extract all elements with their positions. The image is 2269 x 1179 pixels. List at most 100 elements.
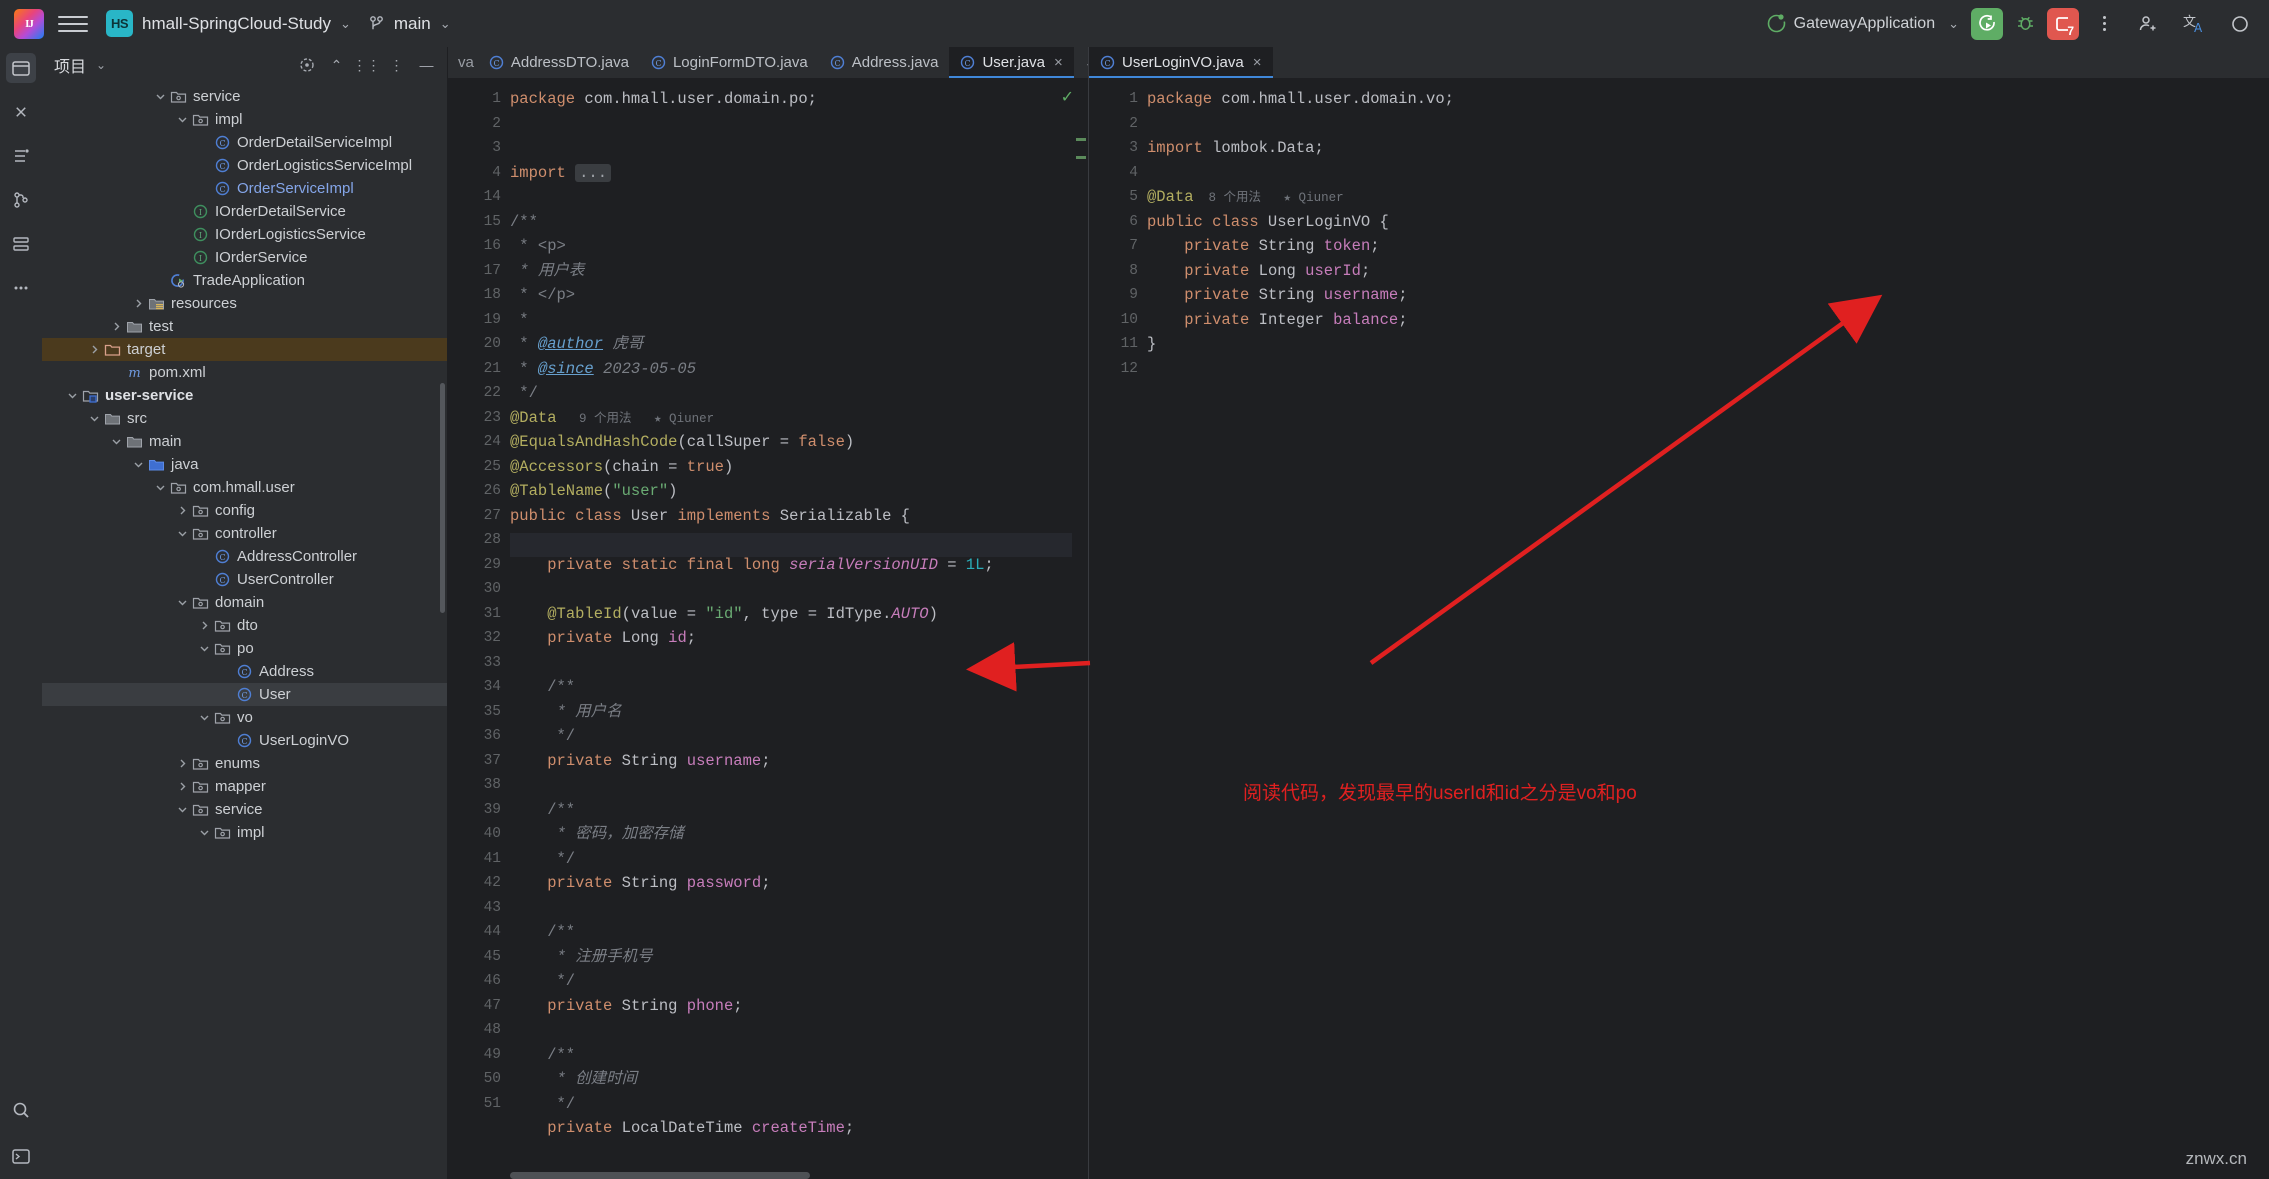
tree-node-java[interactable]: java [42,453,447,476]
tree-node-enums[interactable]: enums [42,752,447,775]
tree-right-chevron-icon[interactable] [174,781,191,792]
run-icon[interactable] [1971,7,2003,40]
code-viewport-left[interactable]: 1 2 3 4 14 15 16 17 18 19 20 21 22 23 24 25 26 27 28 29 30 31… [448,78,1088,1179]
more-options-icon[interactable] [2091,11,2117,37]
tree-node-main[interactable]: main [42,430,447,453]
structure-icon[interactable] [6,141,36,171]
editor-tab-userloginvo-java[interactable]: C UserLoginVO.java × [1089,47,1273,78]
tree-node-tradeapplication[interactable]: TradeApplication [42,269,447,292]
project-tree[interactable]: service impl C OrderDetailServiceImpl C Order… [42,83,447,1179]
tree-right-chevron-icon[interactable] [108,321,125,332]
partial-tab-label[interactable]: va [448,47,478,78]
vcs-icon[interactable] [6,185,36,215]
tree-down-chevron-icon[interactable] [174,528,191,539]
tree-node-impl[interactable]: impl [42,108,447,131]
services-icon[interactable]: 7 [2047,7,2079,40]
editor-tabs-left[interactable]: va C AddressDTO.java C LoginFormDTO.java C Ad… [448,47,1088,78]
translate-icon[interactable]: 文A [2179,9,2209,39]
tree-node-test[interactable]: test [42,315,447,338]
tree-down-chevron-icon[interactable] [152,482,169,493]
project-view-chevron-down-icon[interactable]: ⌄ [96,58,106,72]
tree-node-vo[interactable]: vo [42,706,447,729]
tree-node-domain[interactable]: domain [42,591,447,614]
editor-tab-addressdto-java[interactable]: C AddressDTO.java [478,47,640,78]
editor-tab-user-java[interactable]: C User.java × [949,47,1075,78]
project-tool-window-icon[interactable] [6,53,36,83]
tree-down-chevron-icon[interactable] [174,114,191,125]
tree-node-config[interactable]: config [42,499,447,522]
tree-node-iorderlogisticsservice[interactable]: I IOrderLogisticsService [42,223,447,246]
close-tab-icon[interactable]: × [1253,54,1262,71]
tree-right-chevron-icon[interactable] [130,298,147,309]
expand-all-icon[interactable]: ⌃ [328,57,345,74]
bookmarks-icon[interactable] [6,97,36,127]
tree-node-addresscontroller[interactable]: C AddressController [42,545,447,568]
tree-node-orderserviceimpl[interactable]: C OrderServiceImpl [42,177,447,200]
inspection-ok-icon[interactable]: ✓ [1061,87,1074,107]
more-tool-windows-icon[interactable] [6,273,36,303]
tree-down-chevron-icon[interactable] [86,413,103,424]
tree-scrollbar[interactable] [440,383,445,613]
folded-imports[interactable]: ... [575,163,612,182]
project-chevron-down-icon[interactable]: ⌄ [340,16,351,32]
tree-right-chevron-icon[interactable] [174,505,191,516]
tree-node-iorderdetailservice[interactable]: I IOrderDetailService [42,200,447,223]
tree-node-dto[interactable]: dto [42,614,447,637]
tree-node-orderdetailserviceimpl[interactable]: C OrderDetailServiceImpl [42,131,447,154]
tree-right-chevron-icon[interactable] [196,620,213,631]
run-config-chevron-down-icon[interactable]: ⌄ [1948,16,1959,32]
tree-down-chevron-icon[interactable] [174,804,191,815]
tree-node-resources[interactable]: resources [42,292,447,315]
tree-node-po[interactable]: po [42,637,447,660]
branch-chevron-down-icon[interactable]: ⌄ [440,16,451,32]
collapse-all-icon[interactable]: ⋮⋮ [353,57,381,74]
tree-down-chevron-icon[interactable] [196,827,213,838]
tree-node-usercontroller[interactable]: C UserController [42,568,447,591]
tree-node-com-hmall-user[interactable]: com.hmall.user [42,476,447,499]
tree-node-service[interactable]: service [42,798,447,821]
close-tab-icon[interactable]: × [1054,54,1063,71]
tree-down-chevron-icon[interactable] [196,643,213,654]
tree-down-chevron-icon[interactable] [64,390,81,401]
tree-down-chevron-icon[interactable] [108,436,125,447]
select-opened-file-icon[interactable] [298,57,315,74]
tree-node-pom-xml[interactable]: m pom.xml [42,361,447,384]
editor-tab-loginformdto-java[interactable]: C LoginFormDTO.java [640,47,819,78]
tree-node-userloginvo[interactable]: C UserLoginVO [42,729,447,752]
debug-icon[interactable] [2009,8,2041,40]
tree-node-orderlogisticsserviceimpl[interactable]: C OrderLogisticsServiceImpl [42,154,447,177]
tree-right-chevron-icon[interactable] [86,344,103,355]
code-text-right[interactable]: package com.hmall.user.domain.vo; import… [1147,78,2269,1179]
tree-down-chevron-icon[interactable] [196,712,213,723]
tree-node-user-service[interactable]: user-service [42,384,447,407]
tree-node-controller[interactable]: controller [42,522,447,545]
project-name-label[interactable]: hmall-SpringCloud-Study [142,14,331,34]
code-text-left[interactable]: package com.hmall.user.domain.po; import… [510,78,1088,1179]
settings-icon[interactable] [2225,9,2255,39]
branch-name-label[interactable]: main [394,14,431,34]
error-stripe-left[interactable]: ✓ [1061,78,1088,1179]
terminal-icon[interactable] [6,1141,36,1171]
main-menu-icon[interactable] [58,9,88,39]
horizontal-scrollbar-left[interactable] [510,1172,1072,1179]
tree-down-chevron-icon[interactable] [152,91,169,102]
editor-tab-address-java[interactable]: C Address.java [819,47,950,78]
tree-node-target[interactable]: target [42,338,447,361]
tree-node-mapper[interactable]: mapper [42,775,447,798]
panel-options-icon[interactable]: ⋮ [388,57,405,74]
run-configuration-selector[interactable]: GatewayApplication ⌄ [1766,13,1959,34]
tree-node-impl[interactable]: impl [42,821,447,844]
tree-node-address[interactable]: C Address [42,660,447,683]
editor-tabs-right[interactable]: C UserLoginVO.java × [1089,47,2269,78]
tree-down-chevron-icon[interactable] [174,597,191,608]
search-icon[interactable] [6,1095,36,1125]
services-tool-icon[interactable] [6,229,36,259]
tree-node-iorderservice[interactable]: I IOrderService [42,246,447,269]
code-viewport-right[interactable]: 1 2 3 4 5 6 7 8 9 10 11 12 package com.hmall.user.d… [1089,78,2269,1179]
hide-panel-icon[interactable]: — [418,57,435,74]
tree-down-chevron-icon[interactable] [130,459,147,470]
tree-node-user[interactable]: C User [42,683,447,706]
tree-right-chevron-icon[interactable] [174,758,191,769]
share-icon[interactable] [2133,9,2163,39]
tree-node-src[interactable]: src [42,407,447,430]
